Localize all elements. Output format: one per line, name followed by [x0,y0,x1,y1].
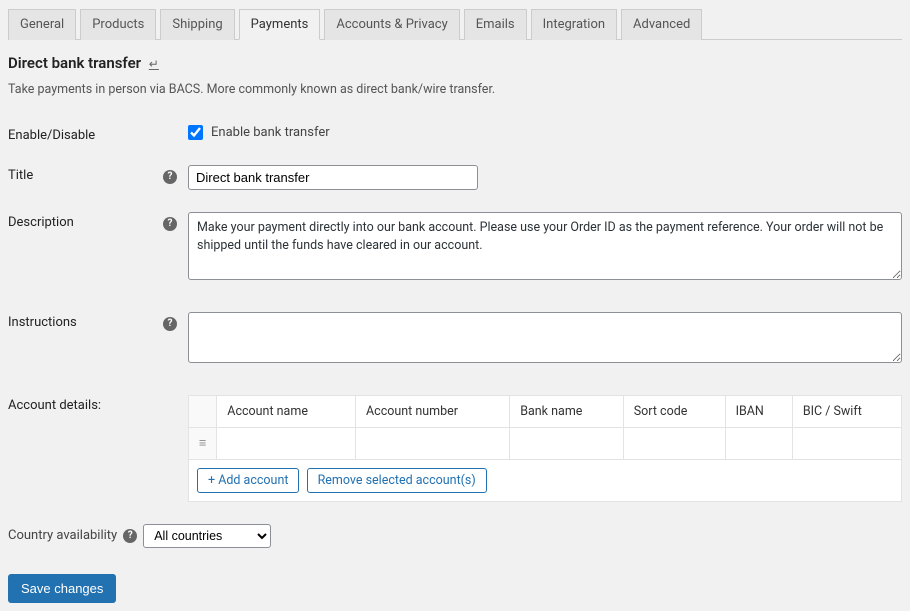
section-heading: Direct bank transfer ↵ [8,54,902,72]
tab-integration[interactable]: Integration [531,9,617,40]
drag-handle-icon[interactable]: ≡ [189,427,217,459]
account-details-table: Account name Account number Bank name So… [188,395,902,502]
cell-bank-name[interactable] [510,427,624,459]
tab-general[interactable]: General [8,9,76,40]
col-iban: IBAN [725,395,792,427]
tab-payments[interactable]: Payments [239,9,321,40]
cell-account-number[interactable] [356,427,510,459]
help-icon[interactable]: ? [163,217,177,231]
cell-bic-swift[interactable] [792,427,901,459]
label-enable: Enable/Disable [8,125,163,143]
tab-advanced[interactable]: Advanced [621,9,702,40]
table-row: ≡ [189,427,902,459]
instructions-textarea[interactable] [188,312,902,362]
help-icon[interactable]: ? [163,317,177,331]
remove-account-button[interactable]: Remove selected account(s) [307,468,487,493]
col-bic-swift: BIC / Swift [792,395,901,427]
enable-checkbox-label: Enable bank transfer [211,125,330,140]
description-textarea[interactable]: Make your payment directly into our bank… [188,212,902,280]
add-account-button[interactable]: + Add account [197,468,299,493]
label-title: Title [8,165,163,183]
save-changes-button[interactable]: Save changes [8,574,116,603]
help-icon[interactable]: ? [123,529,137,543]
country-availability-select[interactable]: All countries [143,524,271,548]
help-icon[interactable]: ? [163,170,177,184]
col-handle [189,395,217,427]
tab-emails[interactable]: Emails [464,9,527,40]
label-availability: Country availability [8,528,117,543]
tab-products[interactable]: Products [80,9,156,40]
title-input[interactable] [188,165,478,190]
section-title: Direct bank transfer [8,54,141,72]
back-link[interactable]: ↵ [149,57,159,71]
col-account-name: Account name [217,395,356,427]
label-description: Description [8,212,163,230]
col-account-number: Account number [356,395,510,427]
section-description: Take payments in person via BACS. More c… [8,82,902,97]
label-instructions: Instructions [8,312,163,330]
settings-tabs: General Products Shipping Payments Accou… [8,8,902,40]
cell-iban[interactable] [725,427,792,459]
tab-shipping[interactable]: Shipping [160,9,234,40]
cell-account-name[interactable] [217,427,356,459]
label-accounts: Account details: [8,395,163,413]
col-sort-code: Sort code [623,395,725,427]
col-bank-name: Bank name [510,395,624,427]
enable-checkbox[interactable] [188,125,203,140]
cell-sort-code[interactable] [623,427,725,459]
tab-accounts-privacy[interactable]: Accounts & Privacy [324,9,459,40]
